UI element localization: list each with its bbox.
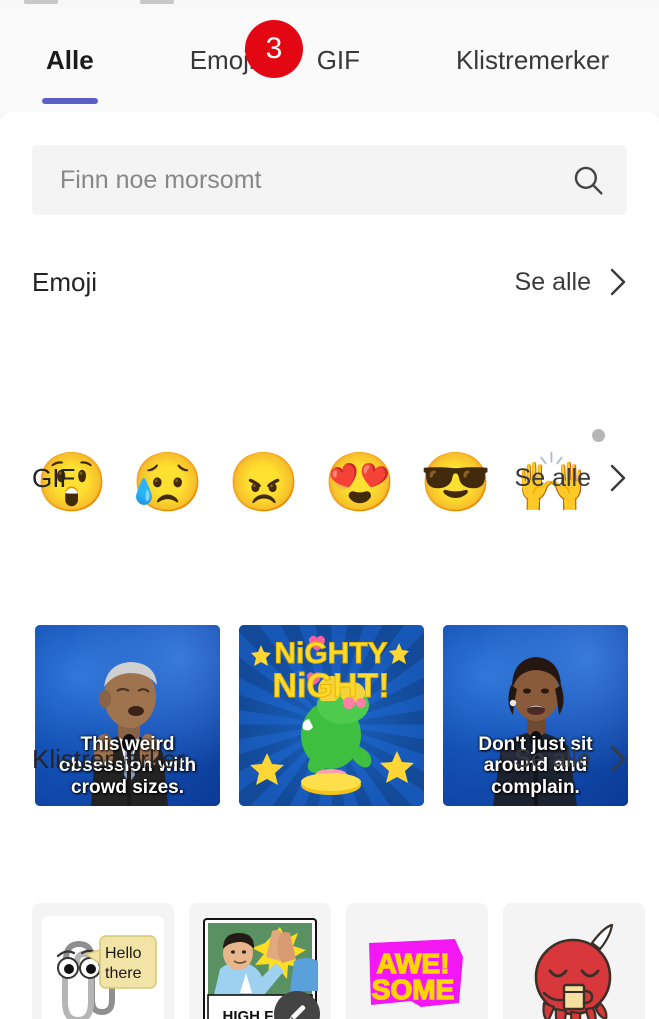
tab-gif-label: GIF: [316, 45, 361, 75]
section-title-stickers: Klistremerker: [32, 743, 186, 774]
sticker-tile-red-blob[interactable]: [503, 903, 645, 1019]
sticker-tile-awesome[interactable]: AWE! SOME: [346, 903, 488, 1019]
section-title-gif: GIF: [32, 462, 76, 493]
clippy-bubble-line2: there: [105, 965, 142, 982]
clippy-bubble-line1: Hello: [105, 945, 142, 962]
tab-klistremerker[interactable]: Klistremerker: [456, 8, 609, 112]
see-all-stickers-label: Se alle: [514, 744, 591, 773]
chevron-right-icon: [610, 464, 626, 492]
sticker-list: Hello there HIGH FIVE AWE! SOME: [32, 903, 645, 1019]
gif-tile-crowd-sizes[interactable]: This weird obsession with crowd sizes.: [35, 625, 220, 806]
nighty-title-line2: NiGHT!: [272, 667, 389, 705]
tab-alle[interactable]: Alle: [41, 8, 98, 112]
nighty-title-line1: NiGHTY: [274, 637, 387, 670]
see-all-emoji[interactable]: Se alle: [515, 267, 627, 297]
gif-list: This weird obsession with crowd sizes. N…: [35, 625, 628, 806]
search-input[interactable]: [58, 164, 571, 196]
active-tab-indicator: [41, 98, 98, 104]
sticker-clippy-canvas: Hello there: [42, 916, 164, 1019]
tab-emoji[interactable]: Emoji: [190, 8, 255, 112]
sticker-tile-clippy[interactable]: Hello there: [32, 903, 174, 1019]
notification-badge: 3: [245, 20, 303, 78]
awesome-line2: SOME: [372, 974, 454, 1005]
sticker-tile-high-five[interactable]: HIGH FIVE: [189, 903, 331, 1019]
tab-klistremerker-label: Klistremerker: [456, 45, 610, 75]
awesome-sticker-icon: AWE! SOME: [369, 939, 463, 1007]
chevron-right-icon: [610, 745, 626, 773]
chrome-chip-right: [140, 0, 174, 4]
see-all-emoji-label: Se alle: [514, 267, 591, 296]
see-all-gif[interactable]: Se alle: [515, 463, 627, 493]
chevron-right-icon: [610, 268, 626, 296]
search-bar[interactable]: [32, 145, 627, 215]
red-blob-tea-icon: [534, 923, 614, 1019]
section-header-emoji: Emoji Se alle: [32, 264, 627, 300]
emoji-picker-panel: Alle Emoji GIF Klistremerker 3 Emoji: [0, 0, 659, 1019]
pencil-icon: [289, 1005, 306, 1019]
section-header-gif: GIF Se alle: [32, 460, 627, 496]
sticker-highfive-canvas: HIGH FIVE: [202, 917, 320, 1019]
tab-gif[interactable]: GIF: [317, 8, 360, 112]
tab-bar: Alle Emoji GIF Klistremerker: [0, 8, 659, 112]
section-title-emoji: Emoji: [32, 266, 98, 297]
clippy-icon: Hello there: [56, 935, 157, 1019]
gif-tile-dont-complain[interactable]: Don't just sit around and complain.: [443, 625, 628, 806]
section-header-stickers: Klistremerker Se alle: [32, 741, 627, 777]
window-chrome-cutoff: [0, 0, 659, 8]
nighty-night-illustration: NiGHTY NiGHT!: [250, 635, 414, 795]
see-all-gif-label: Se alle: [514, 463, 591, 492]
gif-tile-nighty-night[interactable]: NiGHTY NiGHT!: [239, 625, 424, 806]
sticker-awesome-canvas: AWE! SOME: [359, 919, 475, 1019]
tab-alle-label: Alle: [46, 45, 94, 75]
search-icon[interactable]: [571, 163, 605, 197]
sticker-redblob-canvas: [516, 919, 632, 1019]
see-all-stickers[interactable]: Se alle: [515, 744, 627, 774]
chrome-chip-left: [24, 0, 58, 4]
content-panel: Emoji Se alle 😲 😥 😠 😍 😎 🙌 GIF Se alle: [0, 112, 659, 1019]
emoji-scroll-indicator: [592, 429, 605, 442]
